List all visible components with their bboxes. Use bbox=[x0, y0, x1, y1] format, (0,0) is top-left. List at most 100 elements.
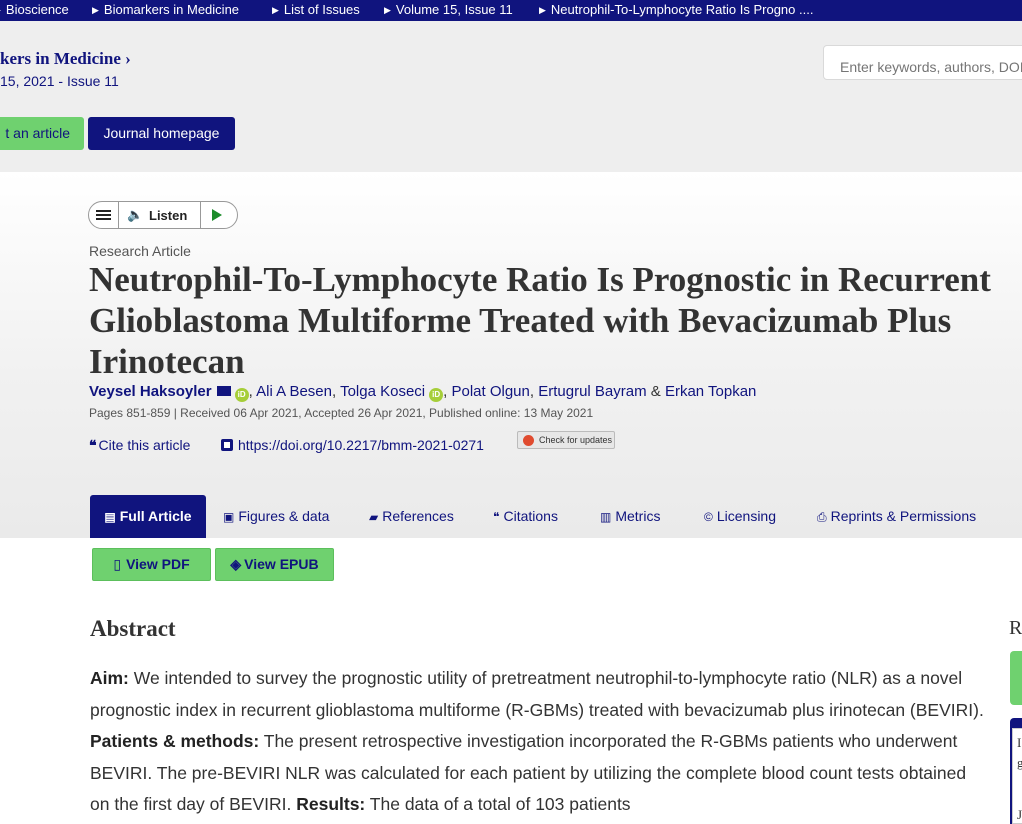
document-icon: ▤ bbox=[104, 510, 116, 524]
view-pdf-button[interactable]: ▯ View PDF bbox=[92, 548, 211, 581]
author-separator: , bbox=[332, 383, 341, 400]
breadcrumb-link-journal[interactable]: Biomarkers in Medicine bbox=[104, 2, 239, 17]
abstract-methods-label: Patients & methods: bbox=[90, 731, 260, 751]
breadcrumb-item[interactable]: ▶ List of Issues bbox=[272, 0, 360, 21]
breadcrumb-arrow-icon: ▶ bbox=[272, 5, 279, 15]
epub-icon: ◈ bbox=[230, 556, 242, 572]
author-link[interactable]: Polat Olgun bbox=[451, 383, 529, 400]
abstract-aim-text: We intended to survey the prognostic uti… bbox=[90, 668, 984, 720]
breadcrumb-link-issues[interactable]: List of Issues bbox=[284, 2, 360, 17]
tab-label: Reprints & Permissions bbox=[830, 508, 977, 524]
author-link[interactable]: Erkan Topkan bbox=[665, 383, 756, 400]
sidebar-card-text: I bbox=[1017, 735, 1022, 750]
submit-article-button[interactable]: t an article bbox=[0, 117, 84, 150]
tab-references[interactable]: ▰ References bbox=[369, 495, 454, 538]
external-link-icon bbox=[221, 439, 233, 451]
speaker-icon: 🔈 bbox=[127, 207, 144, 222]
listen-menu-button[interactable] bbox=[89, 202, 119, 228]
tab-figures-data[interactable]: ▣ Figures & data bbox=[223, 495, 329, 538]
breadcrumb-arrow-icon: ▶ bbox=[384, 5, 391, 15]
breadcrumb-arrow-icon: ▶ bbox=[0, 5, 1, 15]
abstract-results-label: Results: bbox=[296, 794, 366, 814]
author-separator: & bbox=[646, 383, 665, 400]
journal-issue: 15, 2021 - Issue 11 bbox=[0, 73, 119, 89]
abstract-results-text: The data of a total of 103 patients bbox=[365, 794, 631, 814]
journal-header: kers in Medicine › 15, 2021 - Issue 11 t… bbox=[0, 21, 1022, 172]
author-list: Veysel Haksoyler iD, Ali A Besen, Tolga K… bbox=[89, 383, 756, 402]
breadcrumb-arrow-icon: ▶ bbox=[539, 5, 546, 15]
breadcrumb-item[interactable]: ▶ Biomarkers in Medicine bbox=[92, 0, 239, 21]
sidebar-green-button[interactable] bbox=[1010, 651, 1022, 705]
author-link[interactable]: Tolga Koseci bbox=[340, 383, 425, 400]
tab-label: Citations bbox=[503, 508, 558, 524]
cite-label[interactable]: Cite this article bbox=[99, 437, 191, 453]
journal-title-link[interactable]: kers in Medicine › bbox=[0, 49, 131, 69]
author-link[interactable]: Ali A Besen bbox=[256, 383, 332, 400]
view-pdf-label: View PDF bbox=[126, 556, 190, 572]
tab-reprints-permissions[interactable]: ⎙ Reprints & Permissions bbox=[817, 495, 976, 538]
sidebar-card-text: g bbox=[1017, 755, 1022, 770]
article-title-line: Irinotecan bbox=[89, 342, 245, 381]
play-icon[interactable] bbox=[212, 209, 222, 221]
author-link[interactable]: Ertugrul Bayram bbox=[538, 383, 646, 400]
tab-label: Licensing bbox=[716, 508, 776, 524]
menu-icon bbox=[96, 218, 111, 220]
author-link[interactable]: Veysel Haksoyler bbox=[89, 383, 212, 400]
article-type: Research Article bbox=[89, 243, 191, 259]
printer-icon: ⎙ bbox=[817, 510, 827, 524]
author-separator: , bbox=[248, 383, 257, 400]
breadcrumb-item: ▶ Neutrophil-To-Lymphocyte Ratio Is Progn… bbox=[539, 0, 813, 21]
cite-article-link[interactable]: ❝ Cite this article bbox=[89, 437, 190, 454]
article-title-line: Neutrophil-To-Lymphocyte Ratio Is Progno… bbox=[89, 260, 991, 299]
search-input[interactable] bbox=[823, 45, 1022, 80]
article-title: Neutrophil-To-Lymphocyte Ratio Is Progno… bbox=[89, 259, 1022, 382]
tab-label: Full Article bbox=[119, 508, 192, 524]
image-icon: ▣ bbox=[223, 510, 235, 524]
menu-icon bbox=[96, 214, 111, 216]
quote-icon: ❝ bbox=[493, 510, 500, 524]
listen-divider bbox=[200, 202, 201, 228]
breadcrumb-current: Neutrophil-To-Lymphocyte Ratio Is Progno… bbox=[550, 2, 814, 17]
breadcrumb-link-volume[interactable]: Volume 15, Issue 11 bbox=[396, 2, 513, 17]
breadcrumb-item[interactable]: ▶ Volume 15, Issue 11 bbox=[384, 0, 513, 21]
doi-link[interactable]: https://doi.org/10.2217/bmm-2021-0271 bbox=[221, 437, 484, 453]
issue-volume-text: 15, 2021 - bbox=[0, 73, 67, 89]
abstract-body: Aim: We intended to survey the prognosti… bbox=[90, 663, 990, 821]
issue-link[interactable]: Issue 11 bbox=[67, 73, 119, 89]
doi-text[interactable]: https://doi.org/10.2217/bmm-2021-0271 bbox=[238, 437, 484, 453]
breadcrumb-link-bioscience[interactable]: Bioscience bbox=[6, 2, 69, 17]
check-updates-label: Check for updates bbox=[539, 435, 613, 445]
check-for-updates-button[interactable]: Check for updates bbox=[517, 431, 615, 449]
sidebar-heading: R bbox=[1009, 617, 1022, 639]
tab-full-article[interactable]: ▤ Full Article bbox=[90, 495, 206, 538]
tab-label: References bbox=[382, 508, 454, 524]
orcid-icon[interactable]: iD bbox=[234, 388, 249, 402]
breadcrumb: ▶ Bioscience ▶ Biomarkers in Medicine ▶ Lis… bbox=[0, 0, 1022, 21]
envelope-icon[interactable] bbox=[216, 386, 231, 396]
tab-metrics[interactable]: ▥ Metrics bbox=[600, 495, 660, 538]
publication-info: Pages 851-859 | Received 06 Apr 2021, Ac… bbox=[89, 406, 594, 420]
header-notch bbox=[73, 151, 109, 167]
pdf-icon: ▯ bbox=[113, 556, 122, 572]
menu-icon bbox=[96, 210, 111, 212]
bar-chart-icon: ▥ bbox=[600, 510, 612, 524]
orcid-icon[interactable]: iD bbox=[429, 388, 444, 402]
tab-citations[interactable]: ❝ Citations bbox=[493, 495, 558, 538]
listen-widget: 🔈 Listen bbox=[88, 201, 238, 229]
breadcrumb-item[interactable]: ▶ Bioscience bbox=[0, 0, 69, 21]
journal-homepage-button[interactable]: Journal homepage bbox=[88, 117, 235, 150]
article-title-line: Glioblastoma Multiforme Treated with Bev… bbox=[89, 301, 952, 340]
listen-button[interactable]: Listen bbox=[149, 208, 187, 223]
abstract-heading: Abstract bbox=[90, 616, 176, 641]
quote-icon: ❝ bbox=[89, 438, 97, 454]
view-epub-label: View EPUB bbox=[244, 556, 319, 572]
copyright-icon: © bbox=[704, 510, 713, 524]
tab-label: Metrics bbox=[615, 508, 661, 524]
view-epub-button[interactable]: ◈ View EPUB bbox=[215, 548, 334, 581]
crossmark-icon bbox=[523, 435, 534, 446]
sidebar-card-text: J bbox=[1017, 807, 1022, 822]
breadcrumb-arrow-icon: ▶ bbox=[92, 5, 99, 15]
tab-licensing[interactable]: © Licensing bbox=[704, 495, 776, 538]
abstract-aim-label: Aim: bbox=[90, 668, 129, 688]
sidebar-card[interactable]: I g J bbox=[1012, 728, 1022, 824]
